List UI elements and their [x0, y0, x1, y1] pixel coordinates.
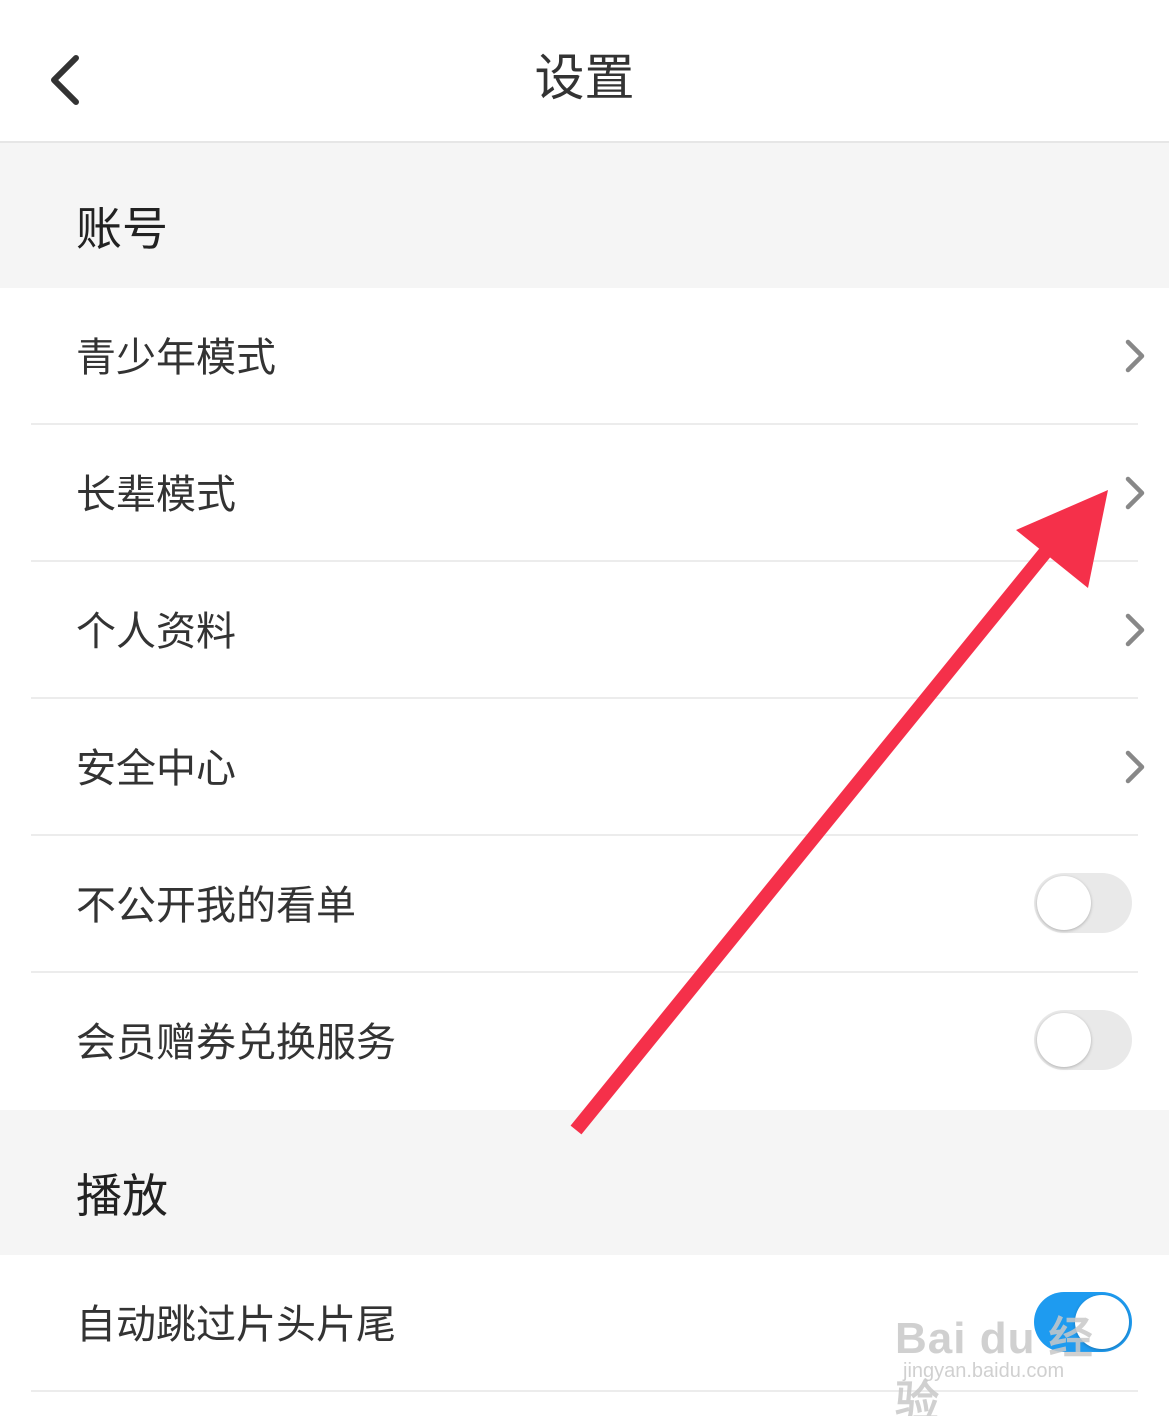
toggle-knob: [1037, 876, 1091, 930]
settings-row-security-center[interactable]: 安全中心: [0, 699, 1169, 836]
chevron-right-icon: [1125, 476, 1145, 510]
settings-row-profile[interactable]: 个人资料: [0, 562, 1169, 699]
row-label: 会员赠券兑换服务: [76, 1020, 396, 1066]
chevron-right-icon: [1125, 613, 1145, 647]
row-label: 青少年模式: [76, 335, 276, 381]
chevron-right-icon: [1125, 750, 1145, 784]
row-label: 个人资料: [76, 609, 236, 655]
section-header-playback: 播放: [0, 1110, 1169, 1255]
chevron-right-icon: [1125, 339, 1145, 373]
voucher-exchange-toggle[interactable]: [1034, 1010, 1132, 1070]
settings-row-private-watchlist: 不公开我的看单: [0, 836, 1169, 973]
section-title: 播放: [76, 1169, 168, 1223]
row-label: 安全中心: [76, 746, 236, 792]
row-label: 自动跳过片头片尾: [76, 1302, 396, 1348]
section-header-account: 账号: [0, 143, 1169, 288]
settings-row-skip-intro-outro: 自动跳过片头片尾: [0, 1255, 1169, 1392]
settings-row-voucher-exchange: 会员赠券兑换服务: [0, 973, 1169, 1110]
page-title: 设置: [534, 49, 635, 107]
row-label: 长辈模式: [76, 472, 236, 518]
settings-row-teen-mode[interactable]: 青少年模式: [0, 288, 1169, 425]
app-header: 设置: [0, 0, 1169, 143]
settings-row-elder-mode[interactable]: 长辈模式: [0, 425, 1169, 562]
row-label: 不公开我的看单: [76, 883, 356, 929]
private-watchlist-toggle[interactable]: [1034, 873, 1132, 933]
section-title: 账号: [76, 202, 168, 256]
toggle-knob: [1037, 1013, 1091, 1067]
divider: [31, 1390, 1138, 1392]
skip-intro-outro-toggle[interactable]: [1034, 1292, 1132, 1352]
toggle-knob: [1075, 1295, 1129, 1349]
